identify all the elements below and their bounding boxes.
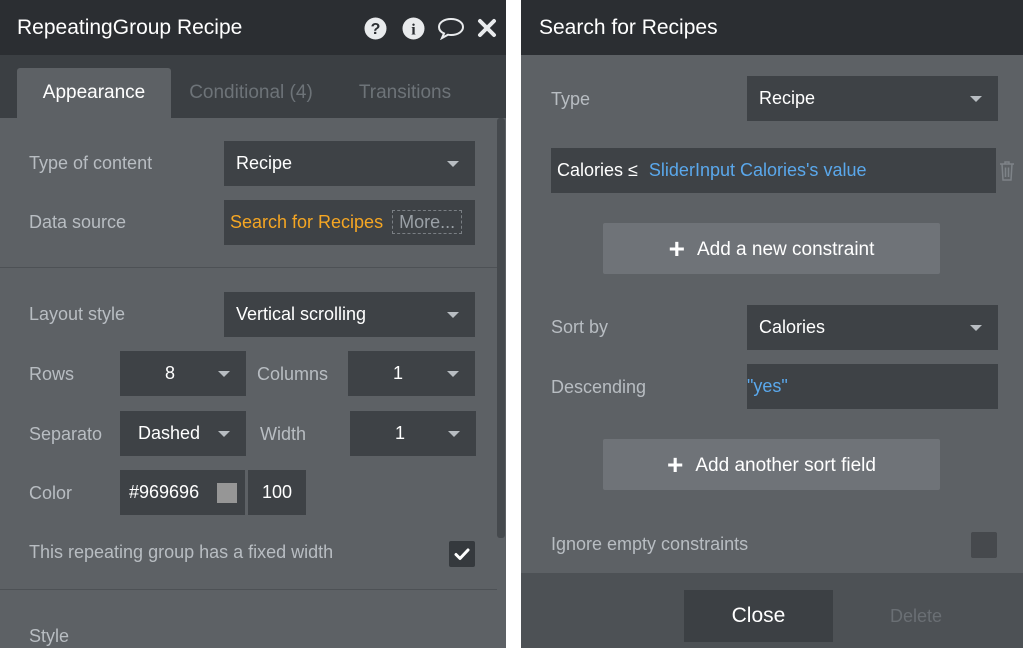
chevron-down-icon [447,161,459,167]
width-dropdown[interactable]: 1 [350,411,476,456]
layout-style-dropdown[interactable]: Vertical scrolling [224,292,475,337]
style-label: Style [29,626,70,646]
color-swatch[interactable] [217,483,237,503]
checkmark-icon [454,548,470,560]
trash-icon[interactable] [996,159,1018,183]
descending-label: Descending [551,377,647,397]
color-label: Color [29,483,73,503]
descending-input[interactable]: "yes" [747,364,998,409]
type-value: Recipe [759,88,816,108]
constraint-field[interactable]: Calories ≤ [557,160,638,180]
close-button[interactable]: Close [684,590,833,642]
tab-conditional[interactable]: Conditional (4) [178,68,324,118]
type-label: Type [551,89,591,109]
fixed-width-label: This repeating group has a fixed width [29,542,334,562]
ignore-empty-checkbox[interactable] [971,532,997,558]
panel-titlebar: RepeatingGroup Recipe ? i [0,0,506,55]
add-constraint-button[interactable]: + Add a new constraint [603,223,940,274]
rows-label: Rows [29,364,75,384]
chevron-down-icon [447,371,459,377]
chevron-down-icon [970,96,982,102]
plus-icon: + [668,233,685,264]
separator-label: Separato [29,424,103,444]
chevron-down-icon [448,431,460,437]
opacity-input[interactable]: 100 [248,470,306,515]
add-sort-field-label: Add another sort field [695,455,876,476]
type-of-content-value: Recipe [236,153,293,173]
layout-style-label: Layout style [29,304,126,324]
color-hex-input[interactable]: #969696 [120,470,245,515]
columns-dropdown[interactable]: 1 [348,351,475,396]
type-dropdown[interactable]: Recipe [747,76,998,121]
rows-dropdown[interactable]: 8 [120,351,246,396]
panel-title: Search for Recipes [539,16,718,39]
type-of-content-label: Type of content [29,153,153,173]
columns-value: 1 [393,363,404,383]
data-source-label: Data source [29,212,127,232]
width-value: 1 [395,423,406,443]
tab-transitions[interactable]: Transitions [339,68,471,118]
sort-by-dropdown[interactable]: Calories [747,305,998,350]
chevron-down-icon [218,431,230,437]
ignore-empty-label: Ignore empty constraints [551,534,749,554]
rows-value: 8 [165,363,176,383]
data-source-field[interactable]: Search for Recipes More... [224,200,475,245]
delete-button[interactable]: Delete [876,590,956,642]
add-sort-field-button[interactable]: + Add another sort field [603,439,940,490]
width-label: Width [260,424,307,444]
tabs-bar: Appearance Conditional (4) Transitions [0,55,506,118]
repeating-group-editor-panel: RepeatingGroup Recipe ? i Appearance Con… [0,0,506,648]
search-editor-panel: Search for Recipes Type Recipe Calories … [521,0,1023,648]
svg-text:i: i [411,21,416,38]
layout-style-value: Vertical scrolling [236,304,367,324]
question-circle-icon[interactable]: ? [363,16,387,40]
section-divider [0,267,497,268]
tab-appearance[interactable]: Appearance [17,68,171,118]
svg-text:?: ? [370,21,380,38]
opacity-value: 100 [262,482,293,502]
chevron-down-icon [218,371,230,377]
separator-dropdown[interactable]: Dashed [120,411,246,456]
constraint-value[interactable]: SliderInput Calories's value [649,160,867,180]
color-hex-value: #969696 [129,482,200,502]
chevron-down-icon [447,312,459,318]
plus-icon: + [667,449,684,480]
panel-title: RepeatingGroup Recipe [17,16,243,39]
columns-label: Columns [257,364,329,384]
sort-by-value: Calories [759,317,826,337]
panel-scrollbar[interactable] [497,118,505,538]
info-circle-icon[interactable]: i [401,16,425,40]
descending-value: "yes" [747,376,788,396]
panel-footer: Close Delete [521,573,1023,648]
section-divider [0,589,497,590]
fixed-width-checkbox[interactable] [449,541,475,567]
more-link[interactable]: More... [392,210,463,234]
constraint-row[interactable]: Calories ≤ SliderInput Calories's value [551,148,996,193]
panel-titlebar: Search for Recipes [521,0,1023,55]
type-of-content-dropdown[interactable]: Recipe [224,141,475,186]
add-constraint-label: Add a new constraint [696,239,875,260]
separator-value: Dashed [138,423,201,443]
data-source-expression[interactable]: Search for Recipes [230,212,383,232]
sort-by-label: Sort by [551,317,609,337]
comment-icon[interactable] [437,16,465,40]
close-icon[interactable] [475,16,499,40]
chevron-down-icon [970,325,982,331]
